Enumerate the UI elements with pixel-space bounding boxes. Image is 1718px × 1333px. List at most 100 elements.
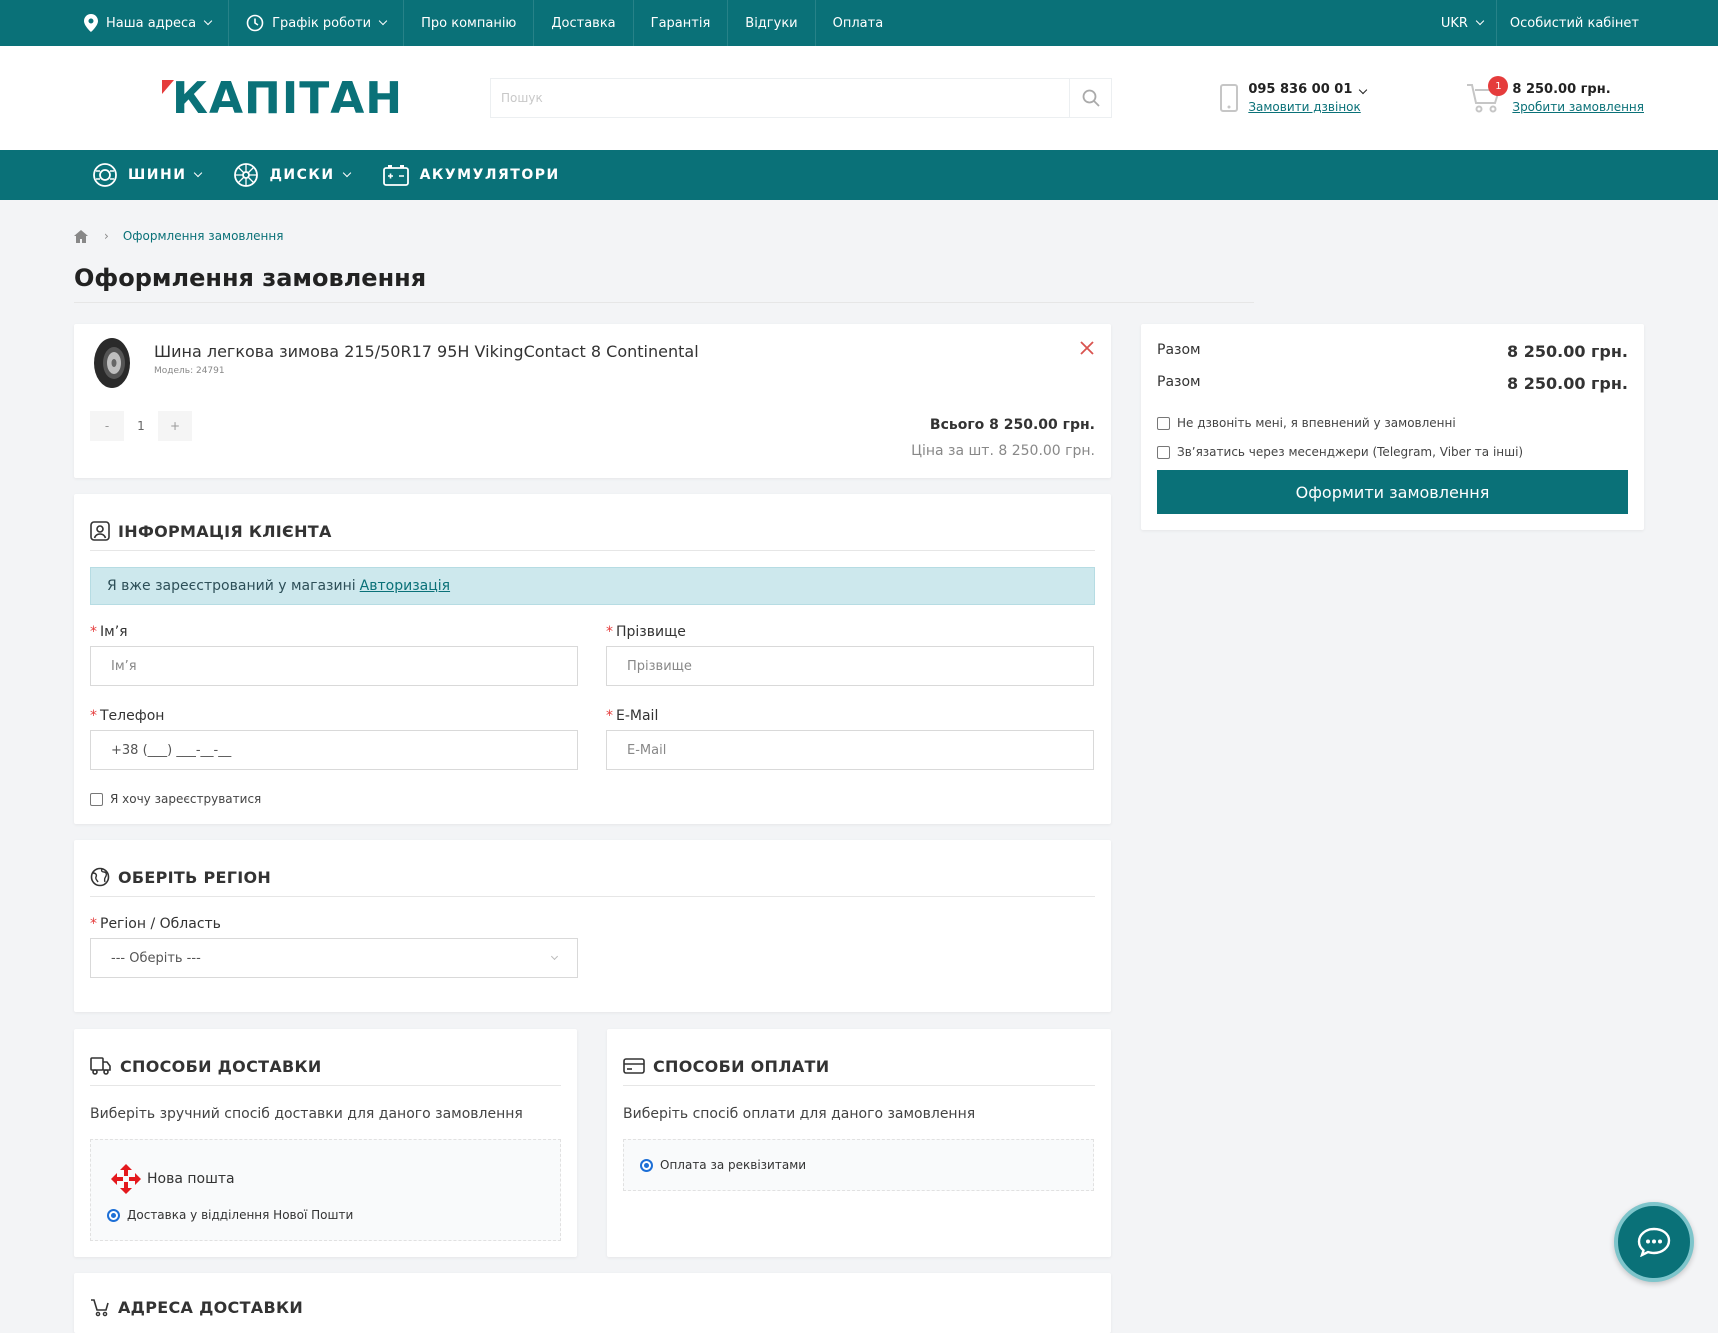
place-order-button[interactable]: Оформити замовлення xyxy=(1157,470,1628,514)
nav-link-about[interactable]: Про компанію xyxy=(404,0,535,46)
breadcrumb: › Оформлення замовлення xyxy=(0,200,1718,248)
payment-methods-section: СПОСОБИ ОПЛАТИ Виберіть спосіб оплати дл… xyxy=(607,1029,1111,1257)
register-checkbox[interactable] xyxy=(90,792,103,806)
section-title: АДРЕСА ДОСТАВКИ xyxy=(118,1297,304,1317)
email-input[interactable] xyxy=(606,730,1094,770)
clock-icon xyxy=(246,14,264,32)
phone-input[interactable] xyxy=(90,730,578,770)
section-title: СПОСОБИ ОПЛАТИ xyxy=(653,1056,830,1076)
page-title: Оформлення замовлення xyxy=(74,264,1254,303)
login-alert: Я вже зареєстрований у магазині Авториза… xyxy=(90,567,1095,605)
register-checkbox-row[interactable]: Я хочу зареєструватися xyxy=(90,792,261,806)
section-header: АДРЕСА ДОСТАВКИ xyxy=(74,1273,1111,1329)
chevron-down-icon xyxy=(550,952,559,960)
nav-link-reviews[interactable]: Відгуки xyxy=(728,0,816,46)
region-label: * Регіон / Область xyxy=(90,916,578,932)
delivery-option-row[interactable]: Доставка у відділення Нової Пошти xyxy=(107,1208,353,1222)
contact-block: 095 836 00 01 Замовити дзвінок xyxy=(1220,82,1368,114)
language-selector[interactable]: UKR xyxy=(1428,0,1496,46)
top-bar: Наша адреса Графік роботи Про компанію Д… xyxy=(0,0,1718,46)
messenger-label: Зв’язатись через месенджери (Telegram, V… xyxy=(1177,445,1524,459)
payment-radio[interactable] xyxy=(640,1158,653,1172)
label-text: E-Mail xyxy=(616,708,659,724)
quantity-decrease-button[interactable]: - xyxy=(90,411,124,441)
breadcrumb-chevron-icon: › xyxy=(104,229,109,243)
cart-block[interactable]: 1 8 250.00 грн. Зробити замовлення xyxy=(1466,76,1644,114)
login-link[interactable]: Авторизація xyxy=(360,578,450,594)
schedule-menu[interactable]: Графік роботи xyxy=(229,0,405,46)
no-call-checkbox[interactable] xyxy=(1157,416,1170,430)
no-call-label: Не дзвоніть мені, я впевнений у замовлен… xyxy=(1177,416,1456,430)
tire-product-image[interactable] xyxy=(92,336,132,390)
category-tires[interactable]: ШИНИ xyxy=(92,162,203,188)
category-menu: ШИНИ ДИСКИ АКУМУЛЯТОРИ xyxy=(0,150,1718,200)
delivery-address-section: АДРЕСА ДОСТАВКИ xyxy=(74,1273,1111,1333)
nav-link-payment[interactable]: Оплата xyxy=(816,0,901,46)
category-batteries[interactable]: АКУМУЛЯТОРИ xyxy=(382,163,560,187)
remove-item-close-icon[interactable] xyxy=(1079,340,1095,356)
quantity-input[interactable]: 1 xyxy=(124,411,158,441)
first-name-label: * Ім’я xyxy=(90,624,578,640)
phone-label: * Телефон xyxy=(90,708,578,724)
summary-label: Разом xyxy=(1157,342,1201,358)
chevron-down-icon xyxy=(342,168,351,178)
chevron-down-icon xyxy=(194,168,203,178)
register-label: Я хочу зареєструватися xyxy=(110,792,262,806)
payment-option-label: Оплата за реквізитами xyxy=(660,1158,807,1172)
section-title: ІНФОРМАЦІЯ КЛІЄНТА xyxy=(118,521,332,541)
delivery-radio[interactable] xyxy=(107,1208,120,1222)
first-name-field-group: * Ім’я xyxy=(90,624,578,686)
address-label: Наша адреса xyxy=(106,15,197,31)
breadcrumb-current[interactable]: Оформлення замовлення xyxy=(123,229,284,243)
search-input[interactable] xyxy=(491,79,1069,117)
category-label: ШИНИ xyxy=(128,167,187,183)
account-link[interactable]: Особистий кабінет xyxy=(1495,0,1652,46)
battery-icon xyxy=(382,165,409,186)
logo[interactable]: КАПІТАН xyxy=(160,73,490,124)
nav-link-warranty[interactable]: Гарантія xyxy=(634,0,729,46)
schedule-label: Графік роботи xyxy=(272,15,372,31)
delivery-option-label: Доставка у відділення Нової Пошти xyxy=(127,1208,354,1222)
callback-link[interactable]: Замовити дзвінок xyxy=(1248,100,1366,114)
email-label: * E-Mail xyxy=(606,708,1094,724)
divider xyxy=(90,550,1095,551)
logo-text: КАПІТАН xyxy=(172,72,404,124)
label-text: Телефон xyxy=(100,708,165,724)
product-name[interactable]: Шина легкова зимова 215/50R17 95H Viking… xyxy=(154,342,699,361)
label-text: Ім’я xyxy=(100,624,128,640)
phone-number: 095 836 00 01 xyxy=(1248,82,1353,97)
cart-total: 8 250.00 грн. xyxy=(1512,82,1611,97)
required-mark: * xyxy=(90,916,97,932)
address-menu[interactable]: Наша адреса xyxy=(84,0,230,46)
required-mark: * xyxy=(606,624,613,640)
search-button[interactable] xyxy=(1069,79,1111,117)
phone-number-row[interactable]: 095 836 00 01 xyxy=(1248,82,1368,97)
product-total: Всього 8 250.00 грн. xyxy=(929,417,1095,433)
quantity-increase-button[interactable]: + xyxy=(158,411,192,441)
user-card-icon xyxy=(90,521,110,541)
product-model: Модель: 24791 xyxy=(154,366,225,376)
last-name-input[interactable] xyxy=(606,646,1094,686)
checkout-link[interactable]: Зробити замовлення xyxy=(1512,100,1644,114)
summary-value: 8 250.00 грн. xyxy=(1507,342,1628,361)
region-select[interactable]: --- Оберіть --- xyxy=(90,938,578,978)
no-call-checkbox-row[interactable]: Не дзвоніть мені, я впевнений у замовлен… xyxy=(1157,416,1456,430)
payment-option-row[interactable]: Оплата за реквізитами xyxy=(640,1158,806,1172)
phone-field-group: * Телефон xyxy=(90,708,578,770)
home-icon[interactable] xyxy=(74,229,88,243)
messenger-checkbox[interactable] xyxy=(1157,445,1170,459)
chevron-down-icon xyxy=(203,16,213,26)
payment-hint: Виберіть спосіб оплати для даного замовл… xyxy=(623,1106,976,1122)
truck-icon xyxy=(90,1057,111,1075)
site-header: КАПІТАН 095 836 00 01 Замовити дзвінок 1… xyxy=(0,46,1718,150)
messenger-checkbox-row[interactable]: Зв’язатись через месенджери (Telegram, V… xyxy=(1157,445,1523,459)
nav-link-delivery[interactable]: Доставка xyxy=(534,0,634,46)
location-pin-icon xyxy=(84,14,98,32)
chevron-down-icon xyxy=(1359,85,1368,95)
category-wheels[interactable]: ДИСКИ xyxy=(233,162,351,188)
cart-product-card: Шина легкова зимова 215/50R17 95H Viking… xyxy=(74,324,1111,478)
required-mark: * xyxy=(90,708,97,724)
first-name-input[interactable] xyxy=(90,646,578,686)
chat-button[interactable] xyxy=(1614,1202,1694,1282)
section-header: ІНФОРМАЦІЯ КЛІЄНТА xyxy=(74,494,1111,550)
